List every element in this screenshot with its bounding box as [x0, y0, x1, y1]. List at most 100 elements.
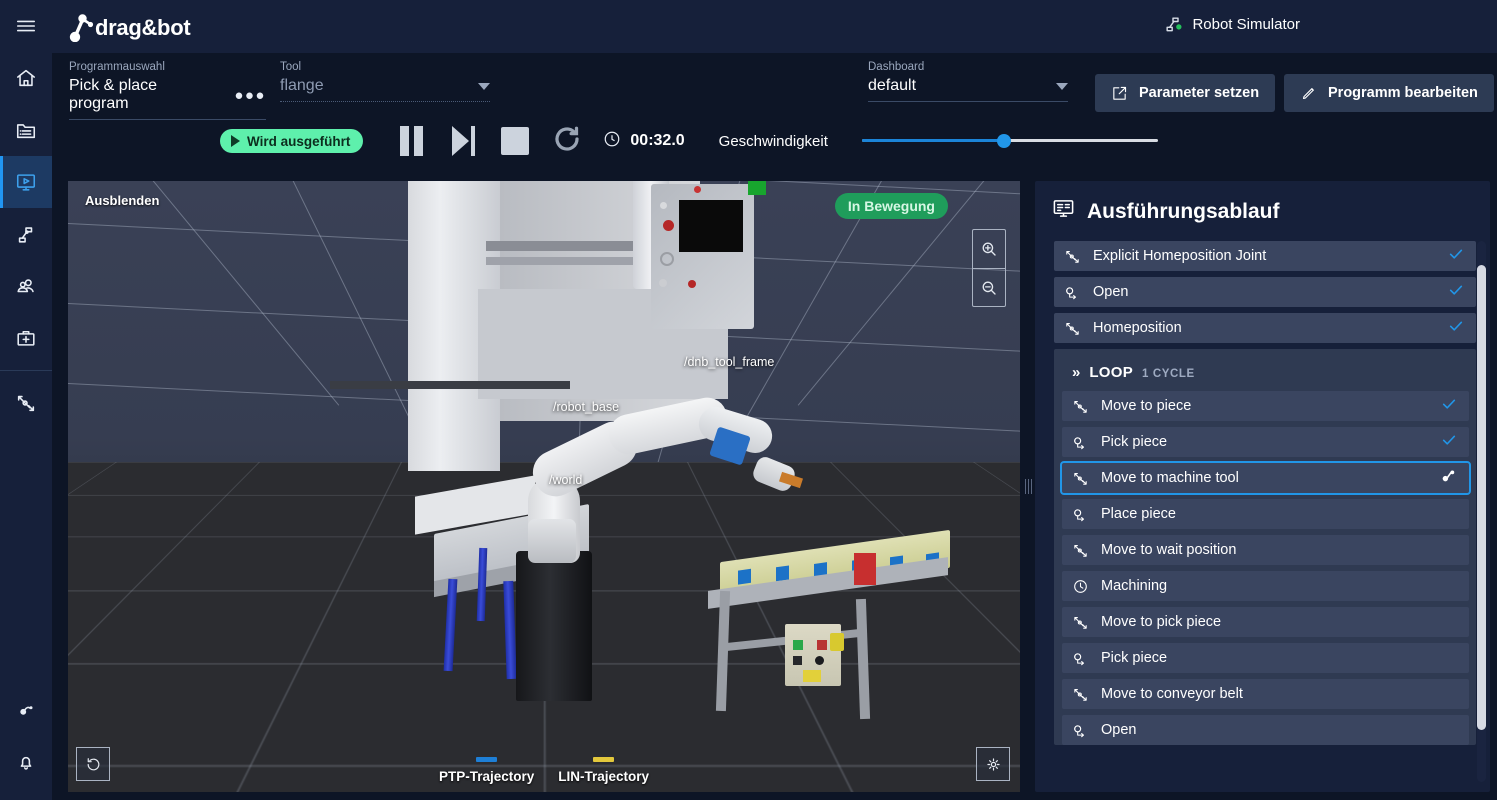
- execution-step-label: Move to machine tool: [1101, 470, 1239, 486]
- machine-green-light: [748, 181, 766, 195]
- execution-step-label: Move to piece: [1101, 398, 1192, 414]
- dashboard-select-value: default: [868, 77, 917, 94]
- execution-step-label: Move to pick piece: [1101, 614, 1222, 630]
- loop-block: » LOOP 1 CYCLE Move to piece Pick piece Mo…: [1054, 349, 1476, 745]
- execution-step-list[interactable]: Explicit Homeposition Joint Open Homeposit…: [1054, 241, 1476, 790]
- execution-step-row[interactable]: Move to machine tool: [1060, 461, 1471, 495]
- execution-step-row[interactable]: Pick piece: [1062, 427, 1469, 457]
- stop-button[interactable]: [489, 119, 541, 163]
- left-sidebar: [0, 0, 52, 800]
- sidebar-item-robot[interactable]: [0, 208, 52, 260]
- execution-step-row[interactable]: Place piece: [1062, 499, 1469, 529]
- gripper-icon: [1064, 284, 1085, 301]
- more-dots-icon[interactable]: ●●●: [234, 88, 266, 103]
- execution-step-row[interactable]: Pick piece: [1062, 643, 1469, 673]
- check-icon: [1448, 246, 1464, 266]
- execution-step-row[interactable]: Move to piece: [1062, 391, 1469, 421]
- parameter-setzen-button[interactable]: Parameter setzen: [1095, 74, 1276, 112]
- sidebar-item-home[interactable]: [0, 52, 52, 104]
- motion-trajectory-icon: [1072, 686, 1093, 703]
- clock-icon: [1072, 578, 1093, 595]
- execution-step-label: Open: [1101, 722, 1137, 738]
- sidebar-item-motion[interactable]: [0, 377, 52, 429]
- sidebar-item-gripper[interactable]: [0, 684, 52, 736]
- zoom-in-button[interactable]: [973, 230, 1005, 268]
- floor-grid-line: [168, 462, 403, 792]
- execution-step-row[interactable]: Open: [1062, 715, 1469, 745]
- execution-step-label: Explicit Homeposition Joint: [1093, 248, 1267, 264]
- play-icon: [231, 135, 240, 147]
- resize-grip-line: [1030, 479, 1032, 494]
- sidebar-item-programs[interactable]: [0, 104, 52, 156]
- motion-trajectory-icon: [1072, 398, 1093, 415]
- execution-step-label: Move to wait position: [1101, 542, 1237, 558]
- control-pendant: [651, 184, 754, 329]
- conveyor-block-1: [738, 568, 751, 585]
- robot-arm-icon: [18, 227, 33, 243]
- sidebar-item-execution[interactable]: [0, 156, 52, 208]
- tool-select-label: Tool: [280, 61, 302, 73]
- execution-step-row[interactable]: Move to pick piece: [1062, 607, 1469, 637]
- sidebar-item-menu[interactable]: [0, 0, 52, 52]
- gripper-icon: [1072, 506, 1093, 523]
- step-button[interactable]: [437, 119, 489, 163]
- speed-label: Geschwindigkeit: [718, 132, 828, 150]
- trajectory-legend: PTP-Trajectory LIN-Trajectory: [68, 757, 1020, 784]
- sidebar-item-notifications[interactable]: [0, 736, 52, 788]
- robot-simulator-indicator[interactable]: Robot Simulator: [1163, 14, 1300, 34]
- sidebar-item-users[interactable]: [0, 260, 52, 312]
- dashboard-select[interactable]: Dashboard default: [868, 61, 1068, 102]
- gripper-icon: [1072, 650, 1093, 667]
- status-badge: In Bewegung: [834, 193, 948, 219]
- zoom-out-icon: [982, 281, 996, 295]
- execution-step-row[interactable]: Homeposition: [1054, 313, 1476, 343]
- tool-select[interactable]: Tool flange: [280, 61, 490, 102]
- machine-shadow: [330, 381, 570, 389]
- parameter-setzen-label: Parameter setzen: [1139, 85, 1260, 101]
- restart-button[interactable]: [541, 119, 593, 163]
- robot-arm-icon: [1163, 14, 1183, 34]
- sidebar-item-toolbox[interactable]: [0, 312, 52, 364]
- pre-loop-steps: Explicit Homeposition Joint Open Homeposit…: [1054, 241, 1476, 343]
- conveyor-red-part: [854, 553, 876, 585]
- panel-resize-handle[interactable]: [1021, 181, 1035, 792]
- execution-step-row[interactable]: Machining: [1062, 571, 1469, 601]
- simulation-viewport[interactable]: Ausblenden In Bewegung /dnb_tool_frame /…: [68, 181, 1020, 792]
- legend-label-lin: LIN-Trajectory: [558, 769, 650, 784]
- programm-bearbeiten-label: Programm bearbeiten: [1328, 85, 1478, 101]
- execution-step-row[interactable]: Open: [1054, 277, 1476, 307]
- resize-grip-line: [1027, 479, 1029, 494]
- brand-logo-group[interactable]: drag&bot: [68, 12, 191, 42]
- program-select-value: Pick & place program: [69, 77, 158, 112]
- gripper-icon: [20, 706, 33, 715]
- programm-bearbeiten-button[interactable]: Programm bearbeiten: [1284, 74, 1494, 112]
- hide-overlay-label[interactable]: Ausblenden: [85, 193, 159, 208]
- motion-trajectory-icon: [1072, 614, 1093, 631]
- zoom-out-button[interactable]: [973, 268, 1005, 306]
- stop-icon: [501, 127, 530, 155]
- pause-button[interactable]: [385, 119, 437, 163]
- loop-header[interactable]: » LOOP 1 CYCLE: [1054, 356, 1476, 391]
- pause-icon: [399, 126, 423, 156]
- step-list-scrollbar-thumb[interactable]: [1477, 265, 1486, 730]
- bell-icon: [20, 756, 32, 770]
- chevron-down-icon[interactable]: [478, 82, 490, 90]
- execution-step-label: Open: [1093, 284, 1129, 300]
- estop-knob: [830, 633, 844, 651]
- tool-select-underline: [280, 101, 490, 102]
- motion-trajectory-icon: [1064, 248, 1085, 265]
- scene-tag-robot-base: /robot_base: [553, 400, 620, 414]
- chevron-down-icon[interactable]: [1056, 82, 1068, 90]
- pendant-dial: [660, 252, 674, 266]
- execution-step-row[interactable]: Move to wait position: [1062, 535, 1469, 565]
- execution-step-row[interactable]: Move to conveyor belt: [1062, 679, 1469, 709]
- check-icon: [1441, 396, 1457, 416]
- program-select[interactable]: Programmauswahl Pick & place program ●●●: [69, 61, 266, 120]
- speed-slider-knob[interactable]: [996, 134, 1011, 148]
- elapsed-time-value: 00:32.0: [630, 132, 685, 149]
- control-bar: Programmauswahl Pick & place program ●●●…: [52, 53, 1497, 171]
- speed-slider[interactable]: [861, 131, 1158, 151]
- execution-step-label: Pick piece: [1101, 650, 1168, 666]
- execution-step-row[interactable]: Explicit Homeposition Joint: [1054, 241, 1476, 271]
- run-status-badge[interactable]: Wird ausgeführt: [220, 129, 364, 153]
